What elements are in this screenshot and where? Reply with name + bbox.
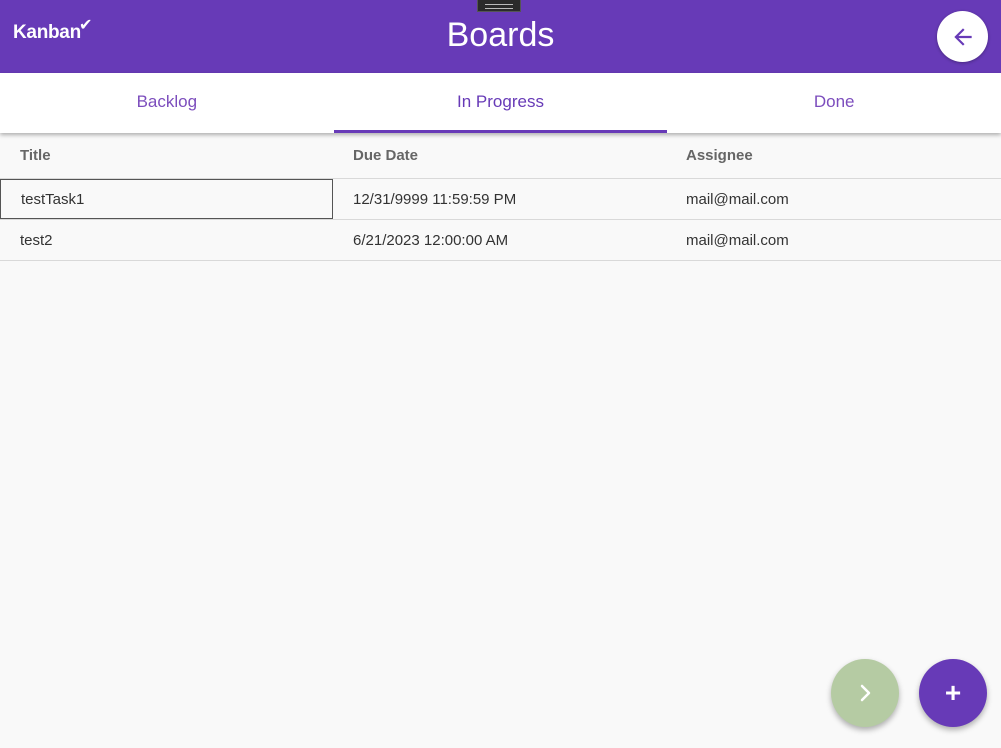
task-assignee-cell[interactable]: mail@mail.com — [666, 220, 999, 260]
column-header-due-date[interactable]: Due Date — [333, 133, 666, 178]
column-header-assignee[interactable]: Assignee — [666, 133, 999, 178]
back-button[interactable] — [937, 11, 988, 62]
tab-in-progress[interactable]: In Progress — [333, 73, 668, 133]
drag-handle[interactable] — [477, 0, 521, 12]
app-bar: Kanban ✔ Boards — [0, 0, 1001, 73]
column-header-title[interactable]: Title — [0, 133, 333, 178]
task-due-date-cell[interactable]: 6/21/2023 12:00:00 AM — [333, 220, 666, 260]
page-title: Boards — [446, 16, 555, 54]
next-button[interactable] — [831, 659, 899, 727]
tab-done[interactable]: Done — [667, 73, 1001, 133]
chevron-right-icon — [860, 684, 871, 702]
tab-bar: Backlog In Progress Done — [0, 73, 1001, 133]
arrow-left-icon — [953, 27, 972, 46]
task-title-cell[interactable]: testTask1 — [0, 179, 333, 219]
task-table: Title Due Date Assignee testTask1 12/31/… — [0, 133, 1001, 261]
table-row[interactable]: testTask1 12/31/9999 11:59:59 PM mail@ma… — [0, 179, 1001, 220]
table-header: Title Due Date Assignee — [0, 133, 1001, 179]
task-due-date-cell[interactable]: 12/31/9999 11:59:59 PM — [333, 179, 666, 219]
task-title-cell[interactable]: test2 — [0, 220, 333, 260]
add-task-button[interactable]: + — [919, 659, 987, 727]
table-row[interactable]: test2 6/21/2023 12:00:00 AM mail@mail.co… — [0, 220, 1001, 261]
task-assignee-cell[interactable]: mail@mail.com — [666, 179, 999, 219]
tab-backlog[interactable]: Backlog — [0, 73, 334, 133]
